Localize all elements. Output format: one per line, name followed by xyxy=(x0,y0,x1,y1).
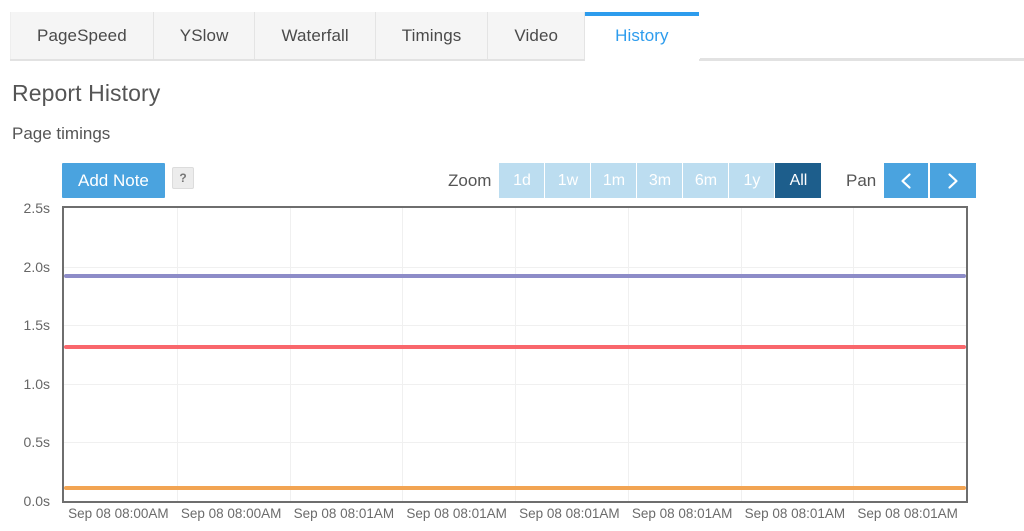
zoom-range-1w[interactable]: 1w xyxy=(545,163,591,198)
tab-label: Video xyxy=(514,26,558,46)
zoom-range-1m[interactable]: 1m xyxy=(591,163,637,198)
y-axis-tick-label: 1.0s xyxy=(24,376,50,392)
zoom-range-6m[interactable]: 6m xyxy=(683,163,729,198)
x-axis-tick-label: Sep 08 08:01AM xyxy=(857,506,958,521)
x-axis-labels: Sep 08 08:00AM Sep 08 08:00AM Sep 08 08:01… xyxy=(62,506,968,530)
vertical-gridline xyxy=(741,208,742,501)
zoom-range-3m[interactable]: 3m xyxy=(637,163,683,198)
help-icon[interactable]: ? xyxy=(172,167,194,189)
chart-series-line xyxy=(64,345,966,349)
y-axis-tick-label: 2.0s xyxy=(24,259,50,275)
pan-next-button[interactable] xyxy=(930,163,976,198)
chart-plot-area[interactable] xyxy=(62,206,968,503)
zoom-range-all[interactable]: All xyxy=(775,163,821,198)
y-axis-labels: 0.0s0.5s1.0s1.5s2.0s2.5s xyxy=(0,200,56,503)
tab-history[interactable]: History xyxy=(585,12,700,59)
tab-waterfall[interactable]: Waterfall xyxy=(255,12,375,59)
y-axis-tick-label: 0.5s xyxy=(24,434,50,450)
tab-label: PageSpeed xyxy=(37,26,127,46)
vertical-gridline xyxy=(515,208,516,501)
zoom-range-buttons: 1d 1w 1m 3m 6m 1y All xyxy=(499,163,821,198)
tab-label: YSlow xyxy=(180,26,229,46)
y-axis-tick-label: 1.5s xyxy=(24,317,50,333)
x-axis-tick-label: Sep 08 08:01AM xyxy=(294,506,395,521)
pan-previous-button[interactable] xyxy=(884,163,930,198)
x-axis-tick-label: Sep 08 08:01AM xyxy=(519,506,620,521)
x-axis-tick-label: Sep 08 08:00AM xyxy=(181,506,282,521)
x-axis-tick-label: Sep 08 08:01AM xyxy=(632,506,733,521)
section-title: Page timings xyxy=(12,124,110,144)
zoom-label: Zoom xyxy=(448,171,491,191)
tab-timings[interactable]: Timings xyxy=(376,12,489,59)
tab-label: Timings xyxy=(402,26,462,46)
tab-label: Waterfall xyxy=(281,26,348,46)
y-axis-tick-label: 2.5s xyxy=(24,200,50,216)
chart-series-line xyxy=(64,486,966,490)
zoom-range-group: Zoom 1d 1w 1m 3m 6m 1y All xyxy=(448,163,821,198)
chevron-left-icon xyxy=(898,172,914,190)
x-axis-tick-label: Sep 08 08:00AM xyxy=(68,506,169,521)
vertical-gridline xyxy=(402,208,403,501)
add-note-button[interactable]: Add Note xyxy=(62,163,165,198)
vertical-gridline xyxy=(628,208,629,501)
chart-series-line xyxy=(64,274,966,278)
chart-toolbar: Add Note ? Zoom 1d 1w 1m 3m 6m 1y All Pa… xyxy=(62,163,968,198)
tab-list: PageSpeed YSlow Waterfall Timings Video … xyxy=(10,12,700,59)
chevron-right-icon xyxy=(945,172,961,190)
vertical-gridline xyxy=(853,208,854,501)
x-axis-tick-label: Sep 08 08:01AM xyxy=(406,506,507,521)
tab-label: History xyxy=(615,26,669,46)
zoom-range-1d[interactable]: 1d xyxy=(499,163,545,198)
pan-label: Pan xyxy=(846,171,876,191)
zoom-range-1y[interactable]: 1y xyxy=(729,163,775,198)
y-axis-tick-label: 0.0s xyxy=(24,493,50,509)
pan-group: Pan xyxy=(846,163,976,198)
tab-bar: PageSpeed YSlow Waterfall Timings Video … xyxy=(0,0,1024,62)
vertical-gridline xyxy=(177,208,178,501)
x-axis-tick-label: Sep 08 08:01AM xyxy=(745,506,846,521)
tab-video[interactable]: Video xyxy=(488,12,585,59)
tab-pagespeed[interactable]: PageSpeed xyxy=(10,12,154,59)
page-title: Report History xyxy=(12,80,160,107)
history-chart[interactable]: 0.0s0.5s1.0s1.5s2.0s2.5s Sep 08 08:00AMS… xyxy=(0,200,1024,531)
vertical-gridline xyxy=(290,208,291,501)
tab-yslow[interactable]: YSlow xyxy=(154,12,256,59)
